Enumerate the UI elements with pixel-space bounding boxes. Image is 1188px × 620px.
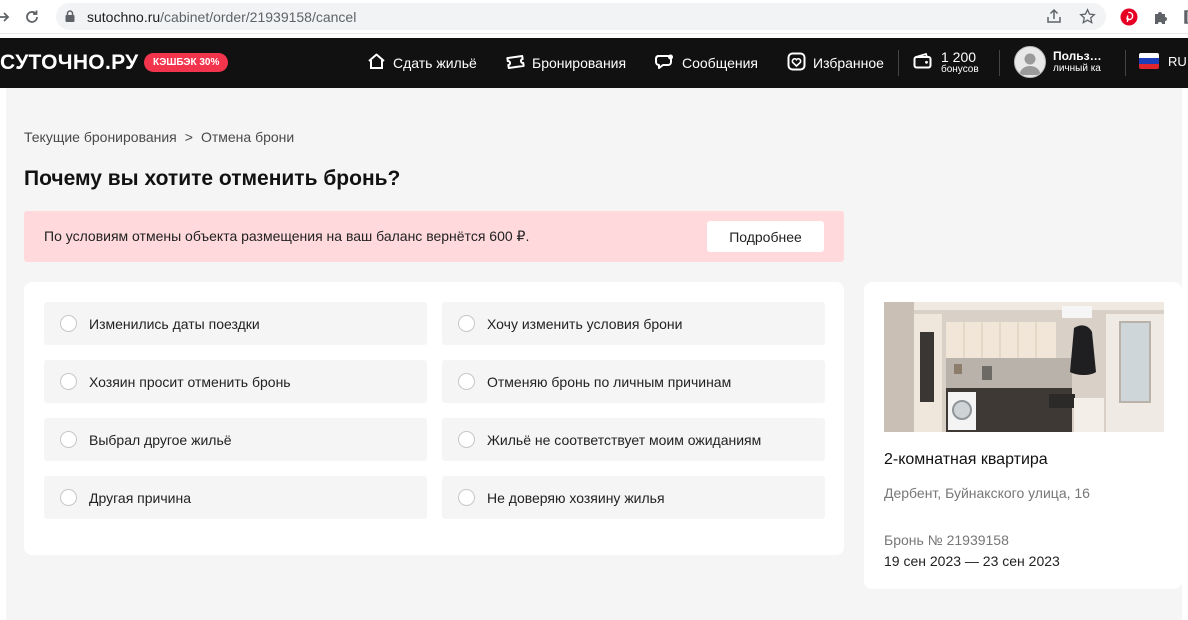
reason-option[interactable]: Хозяин просит отменить бронь — [44, 360, 427, 403]
reason-option[interactable]: Выбрал другое жильё — [44, 418, 427, 461]
heart-icon — [787, 52, 806, 74]
russia-flag-icon — [1139, 53, 1159, 69]
radio-button[interactable] — [60, 431, 77, 448]
booking-number: Бронь № 21939158 — [884, 532, 1009, 548]
nav-messages-label: Сообщения — [682, 55, 758, 71]
pinterest-icon[interactable] — [1118, 6, 1140, 28]
cashback-badge[interactable]: КЭШБЭК 30% — [144, 53, 229, 72]
reason-option[interactable]: Отменяю бронь по личным причинам — [442, 360, 825, 403]
bonus-label: бонусов — [941, 64, 979, 75]
nav-rent-out[interactable]: Сдать жильё — [367, 38, 477, 88]
radio-button[interactable] — [60, 489, 77, 506]
radio-button[interactable] — [458, 315, 475, 332]
refund-alert: По условиям отмены объекта размещения на… — [24, 211, 844, 262]
more-details-button[interactable]: Подробнее — [707, 221, 824, 252]
forward-icon[interactable] — [0, 6, 14, 28]
site-header: СУТОЧНО.РУ КЭШБЭК 30% Сдать жильё Бронир… — [0, 38, 1188, 88]
ticket-icon — [506, 54, 525, 73]
reason-label: Хозяин просит отменить бронь — [89, 373, 291, 390]
language-switcher[interactable]: RU — [1139, 53, 1187, 69]
reason-label: Другая причина — [89, 489, 191, 506]
header-divider — [999, 50, 1000, 76]
breadcrumb-cancel-booking: Отмена брони — [200, 129, 295, 145]
reason-option[interactable]: Хочу изменить условия брони — [442, 302, 825, 345]
user-cabinet-label: личный ка — [1053, 63, 1101, 74]
breadcrumb-separator: > — [184, 129, 193, 145]
browser-toolbar: sutochno.ru/cabinet/order/21939158/cance… — [0, 0, 1188, 34]
reason-option[interactable]: Жильё не соответствует моим ожиданиям — [442, 418, 825, 461]
reason-label: Жильё не соответствует моим ожиданиям — [487, 431, 762, 448]
radio-button[interactable] — [458, 431, 475, 448]
apartment-photo[interactable] — [884, 302, 1164, 432]
cancel-reasons-card: Изменились даты поездки Хочу изменить ус… — [24, 282, 844, 555]
lock-icon — [64, 9, 76, 28]
logo[interactable]: СУТОЧНО.РУ — [0, 51, 138, 75]
reason-label: Не доверяю хозяину жилья — [487, 489, 665, 506]
breadcrumb: Текущие бронирования > Отмена брони — [24, 129, 294, 145]
reason-option[interactable]: Другая причина — [44, 476, 427, 519]
user-menu[interactable]: Польз… личный ка — [1014, 46, 1108, 78]
breadcrumb-current-bookings[interactable]: Текущие бронирования — [24, 129, 177, 145]
reason-label: Выбрал другое жильё — [89, 431, 232, 448]
address-bar[interactable]: sutochno.ru/cabinet/order/21939158/cance… — [56, 3, 1106, 30]
share-icon[interactable] — [1043, 5, 1065, 27]
apartment-title[interactable]: 2-комнатная квартира — [884, 451, 1048, 469]
header-divider — [1125, 50, 1126, 76]
reason-option[interactable]: Изменились даты поездки — [44, 302, 427, 345]
reason-option[interactable]: Не доверяю хозяину жилья — [442, 476, 825, 519]
language-code: RU — [1168, 53, 1187, 69]
extensions-puzzle-icon[interactable] — [1150, 6, 1172, 28]
page-content: Текущие бронирования > Отмена брони Поче… — [6, 88, 1182, 620]
house-icon — [367, 53, 386, 73]
nav-rent-out-label: Сдать жильё — [393, 55, 477, 71]
booking-summary-card: 2-комнатная квартира Дербент, Буйнакског… — [864, 282, 1182, 589]
reload-icon[interactable] — [21, 6, 43, 28]
refund-alert-text: По условиям отмены объекта размещения на… — [44, 228, 530, 244]
bookmark-star-icon[interactable] — [1076, 5, 1098, 27]
radio-button[interactable] — [458, 489, 475, 506]
nav-messages[interactable]: Сообщения — [655, 38, 758, 88]
bonus-balance[interactable]: 1 200 бонусов — [913, 48, 979, 78]
page-title: Почему вы хотите отменить бронь? — [24, 167, 401, 190]
avatar — [1014, 46, 1046, 78]
wallet-icon — [913, 52, 933, 74]
nav-favorites[interactable]: Избранное — [787, 38, 884, 88]
radio-button[interactable] — [60, 373, 77, 390]
url-text: sutochno.ru/cabinet/order/21939158/cance… — [87, 9, 357, 25]
nav-favorites-label: Избранное — [813, 55, 884, 71]
booking-dates: 19 сен 2023 — 23 сен 2023 — [884, 553, 1060, 569]
radio-button[interactable] — [458, 373, 475, 390]
chat-icon — [655, 53, 675, 74]
bonus-amount: 1 200 — [941, 49, 977, 65]
user-name: Польз… — [1053, 49, 1102, 63]
reason-label: Хочу изменить условия брони — [487, 315, 683, 332]
header-divider — [898, 50, 899, 76]
nav-bookings-label: Бронирования — [532, 55, 627, 71]
apartment-address: Дербент, Буйнакского улица, 16 — [884, 485, 1090, 501]
nav-bookings[interactable]: Бронирования — [506, 38, 626, 88]
reason-label: Отменяю бронь по личным причинам — [487, 373, 732, 390]
sidebar-icon[interactable] — [1178, 6, 1188, 28]
reason-label: Изменились даты поездки — [89, 315, 260, 332]
radio-button[interactable] — [60, 315, 77, 332]
